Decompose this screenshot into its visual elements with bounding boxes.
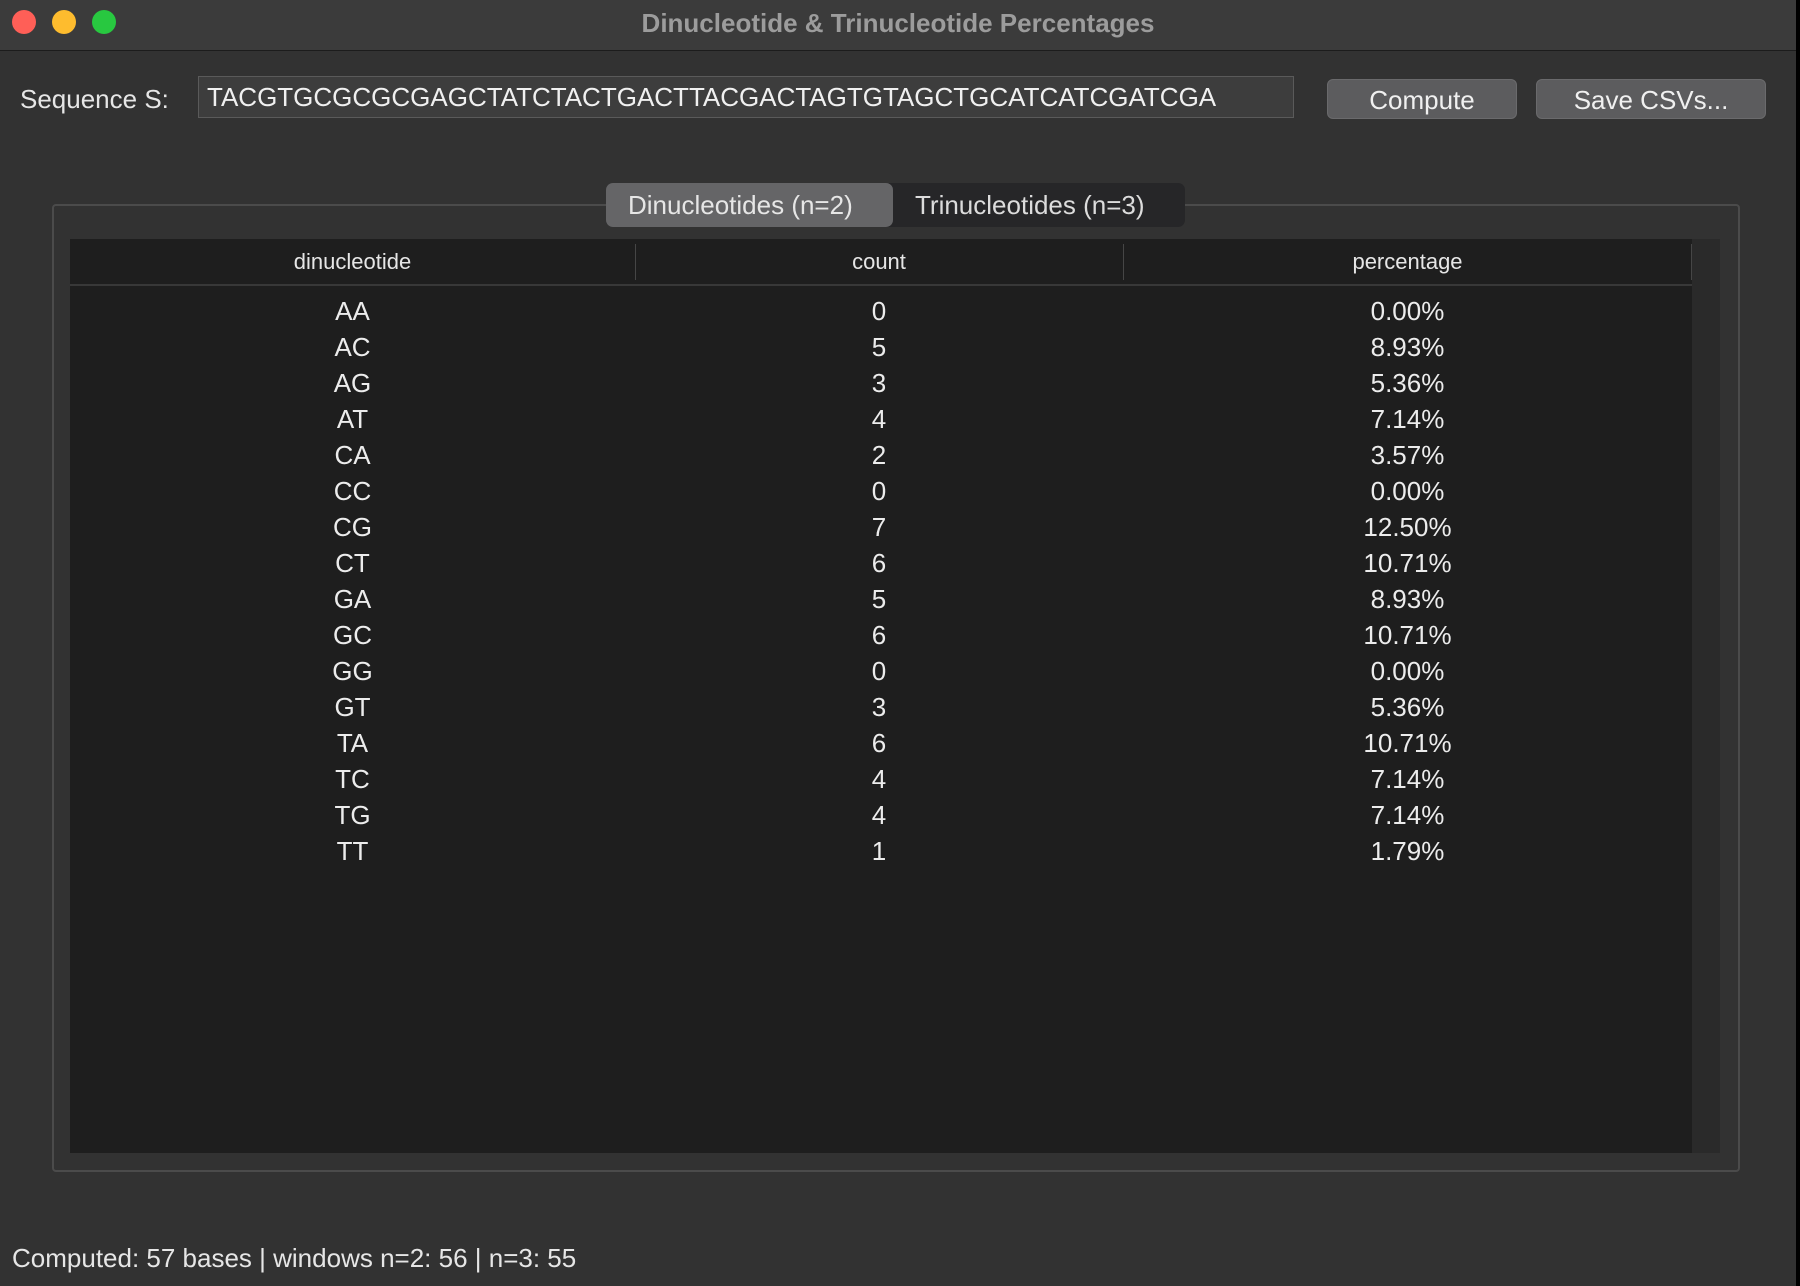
table-row[interactable]: GG 0 0.00% <box>70 653 1692 689</box>
table-row[interactable]: GA 5 8.93% <box>70 581 1692 617</box>
column-header-count[interactable]: count <box>635 239 1123 284</box>
cell-percentage: 3.57% <box>1370 440 1445 470</box>
cell-dinucleotide: AT <box>336 404 369 434</box>
cell-dinucleotide: TA <box>336 728 369 758</box>
table-row[interactable]: AC 5 8.93% <box>70 329 1692 365</box>
cell-count: 4 <box>871 404 887 434</box>
cell-count: 4 <box>871 764 887 794</box>
cell-count: 7 <box>871 512 887 542</box>
cell-count: 0 <box>871 296 887 326</box>
cell-percentage: 10.71% <box>1363 620 1452 650</box>
table-row[interactable]: CG 7 12.50% <box>70 509 1692 545</box>
cell-count: 3 <box>871 692 887 722</box>
cell-percentage: 8.93% <box>1370 584 1445 614</box>
cell-dinucleotide: AC <box>334 332 371 362</box>
table-body: AA 0 0.00% AC 5 8.93% AG 3 5.36% AT 4 7.14% CA 2 3… <box>70 293 1692 869</box>
cell-percentage: 7.14% <box>1370 800 1445 830</box>
cell-dinucleotide: CA <box>334 440 371 470</box>
cell-percentage: 8.93% <box>1370 332 1445 362</box>
cell-dinucleotide: CC <box>333 476 372 506</box>
vertical-scrollbar[interactable] <box>1692 239 1720 1153</box>
cell-percentage: 0.00% <box>1370 296 1445 326</box>
cell-count: 6 <box>871 728 887 758</box>
cell-percentage: 1.79% <box>1370 836 1445 866</box>
cell-percentage: 7.14% <box>1370 404 1445 434</box>
results-table: dinucleotide count percentage AA 0 0.00% A… <box>70 239 1720 1153</box>
table-row[interactable]: TC 4 7.14% <box>70 761 1692 797</box>
cell-count: 1 <box>871 836 887 866</box>
sequence-input[interactable] <box>198 76 1294 118</box>
cell-percentage: 5.36% <box>1370 692 1445 722</box>
cell-count: 0 <box>871 476 887 506</box>
cell-dinucleotide: GC <box>333 620 372 650</box>
sequence-label: Sequence S: <box>20 84 169 114</box>
column-header-dinucleotide[interactable]: dinucleotide <box>70 239 635 284</box>
cell-percentage: 10.71% <box>1363 548 1452 578</box>
table-row[interactable]: CC 0 0.00% <box>70 473 1692 509</box>
cell-dinucleotide: GT <box>334 692 371 722</box>
table-row[interactable]: TA 6 10.71% <box>70 725 1692 761</box>
table-row[interactable]: GT 3 5.36% <box>70 689 1692 725</box>
compute-button[interactable]: Compute <box>1327 79 1517 119</box>
cell-count: 5 <box>871 584 887 614</box>
cell-count: 4 <box>871 800 887 830</box>
cell-dinucleotide: CT <box>335 548 370 578</box>
column-header-percentage[interactable]: percentage <box>1123 239 1692 284</box>
cell-percentage: 7.14% <box>1370 764 1445 794</box>
table-row[interactable]: CA 2 3.57% <box>70 437 1692 473</box>
cell-dinucleotide: GG <box>332 656 373 686</box>
app-window: Dinucleotide & Trinucleotide Percentages… <box>0 0 1796 1286</box>
table-row[interactable]: CT 6 10.71% <box>70 545 1692 581</box>
cell-dinucleotide: TT <box>336 836 369 866</box>
cell-percentage: 10.71% <box>1363 728 1452 758</box>
cell-dinucleotide: GA <box>333 584 372 614</box>
tab-trinucleotides[interactable]: Trinucleotides (n=3) <box>893 183 1185 227</box>
cell-dinucleotide: TC <box>335 764 370 794</box>
table-row[interactable]: AG 3 5.36% <box>70 365 1692 401</box>
cell-count: 6 <box>871 620 887 650</box>
tab-dinucleotides[interactable]: Dinucleotides (n=2) <box>606 183 893 227</box>
title-bar: Dinucleotide & Trinucleotide Percentages <box>0 0 1796 51</box>
cell-percentage: 5.36% <box>1370 368 1445 398</box>
tab-bar: Dinucleotides (n=2) Trinucleotides (n=3) <box>606 183 1185 227</box>
window-title: Dinucleotide & Trinucleotide Percentages <box>641 8 1155 38</box>
table-header: dinucleotide count percentage <box>70 239 1692 286</box>
cell-dinucleotide: AG <box>333 368 372 398</box>
cell-count: 0 <box>871 656 887 686</box>
cell-dinucleotide: TG <box>334 800 371 830</box>
cell-count: 3 <box>871 368 887 398</box>
cell-dinucleotide: AA <box>335 296 370 326</box>
save-csvs-button[interactable]: Save CSVs... <box>1536 79 1766 119</box>
table-row[interactable]: GC 6 10.71% <box>70 617 1692 653</box>
table-row[interactable]: TT 1 1.79% <box>70 833 1692 869</box>
screen-edge <box>1796 0 1800 1286</box>
cell-percentage: 0.00% <box>1370 656 1445 686</box>
cell-count: 5 <box>871 332 887 362</box>
table-row[interactable]: AT 4 7.14% <box>70 401 1692 437</box>
cell-count: 2 <box>871 440 887 470</box>
cell-count: 6 <box>871 548 887 578</box>
status-bar: Computed: 57 bases | windows n=2: 56 | n… <box>12 1243 577 1273</box>
table-row[interactable]: TG 4 7.14% <box>70 797 1692 833</box>
cell-percentage: 0.00% <box>1370 476 1445 506</box>
cell-dinucleotide: CG <box>333 512 372 542</box>
table-row[interactable]: AA 0 0.00% <box>70 293 1692 329</box>
cell-percentage: 12.50% <box>1363 512 1452 542</box>
